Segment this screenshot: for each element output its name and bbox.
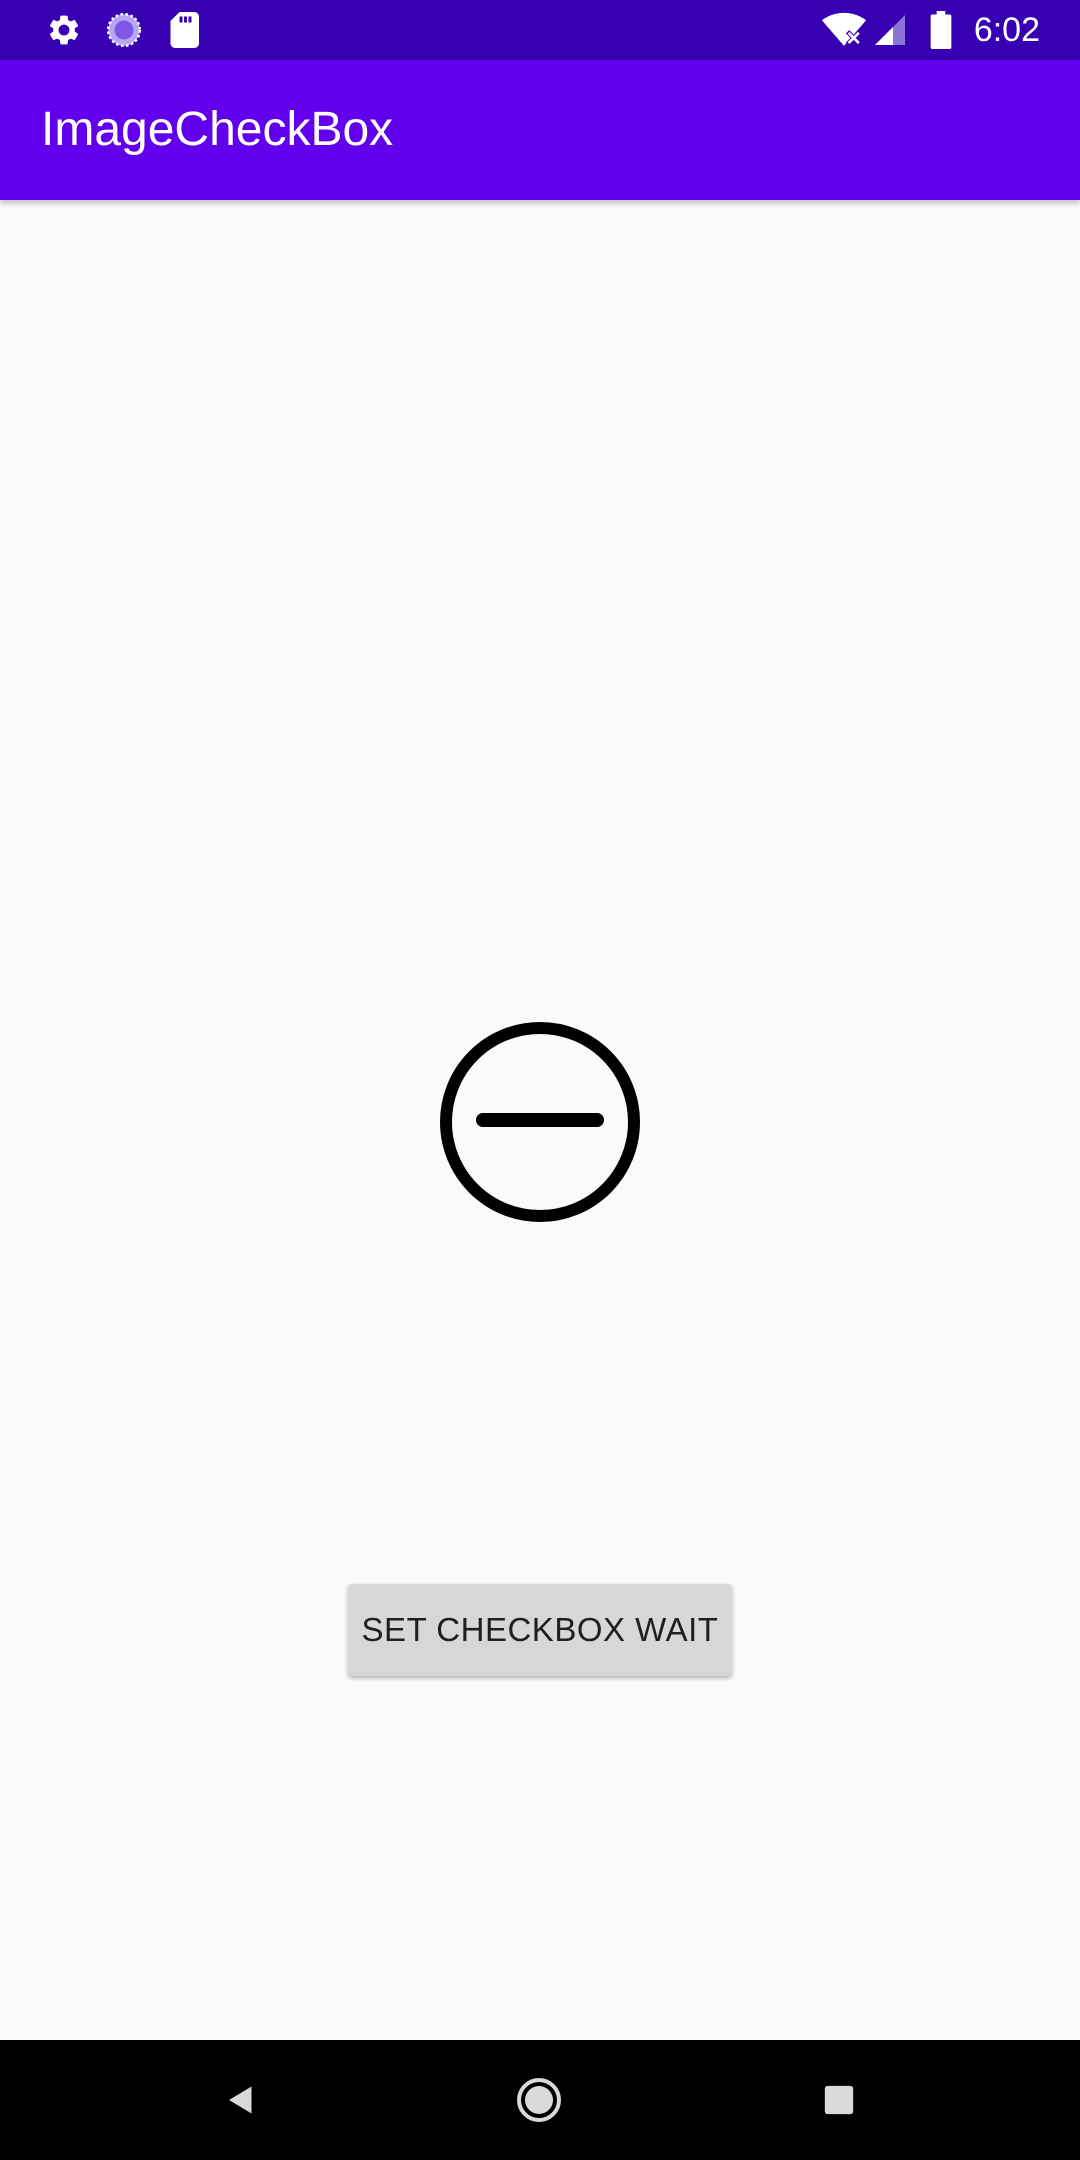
app-bar: ImageCheckBox [0,60,1080,200]
wifi-off-icon [820,0,868,60]
back-button[interactable] [181,2040,301,2160]
back-icon [229,2086,252,2114]
status-time: 6:02 [973,11,1040,49]
set-checkbox-wait-button[interactable]: SET CHECKBOX WAIT [348,1584,732,1676]
sync-icon [104,0,144,60]
recents-icon [824,2085,854,2115]
navigation-bar [0,2040,1080,2160]
status-bar: 6:02 [0,0,1080,60]
cell-signal-icon [870,0,910,60]
sd-card-icon [166,0,202,60]
image-checkbox[interactable] [435,1017,645,1227]
battery-icon [928,0,954,60]
home-button[interactable] [479,2040,599,2160]
home-icon [517,2078,561,2122]
recents-button[interactable] [779,2040,899,2160]
minus-circle-icon [440,1022,640,1222]
settings-icon [44,0,84,60]
app-title: ImageCheckBox [41,103,394,156]
